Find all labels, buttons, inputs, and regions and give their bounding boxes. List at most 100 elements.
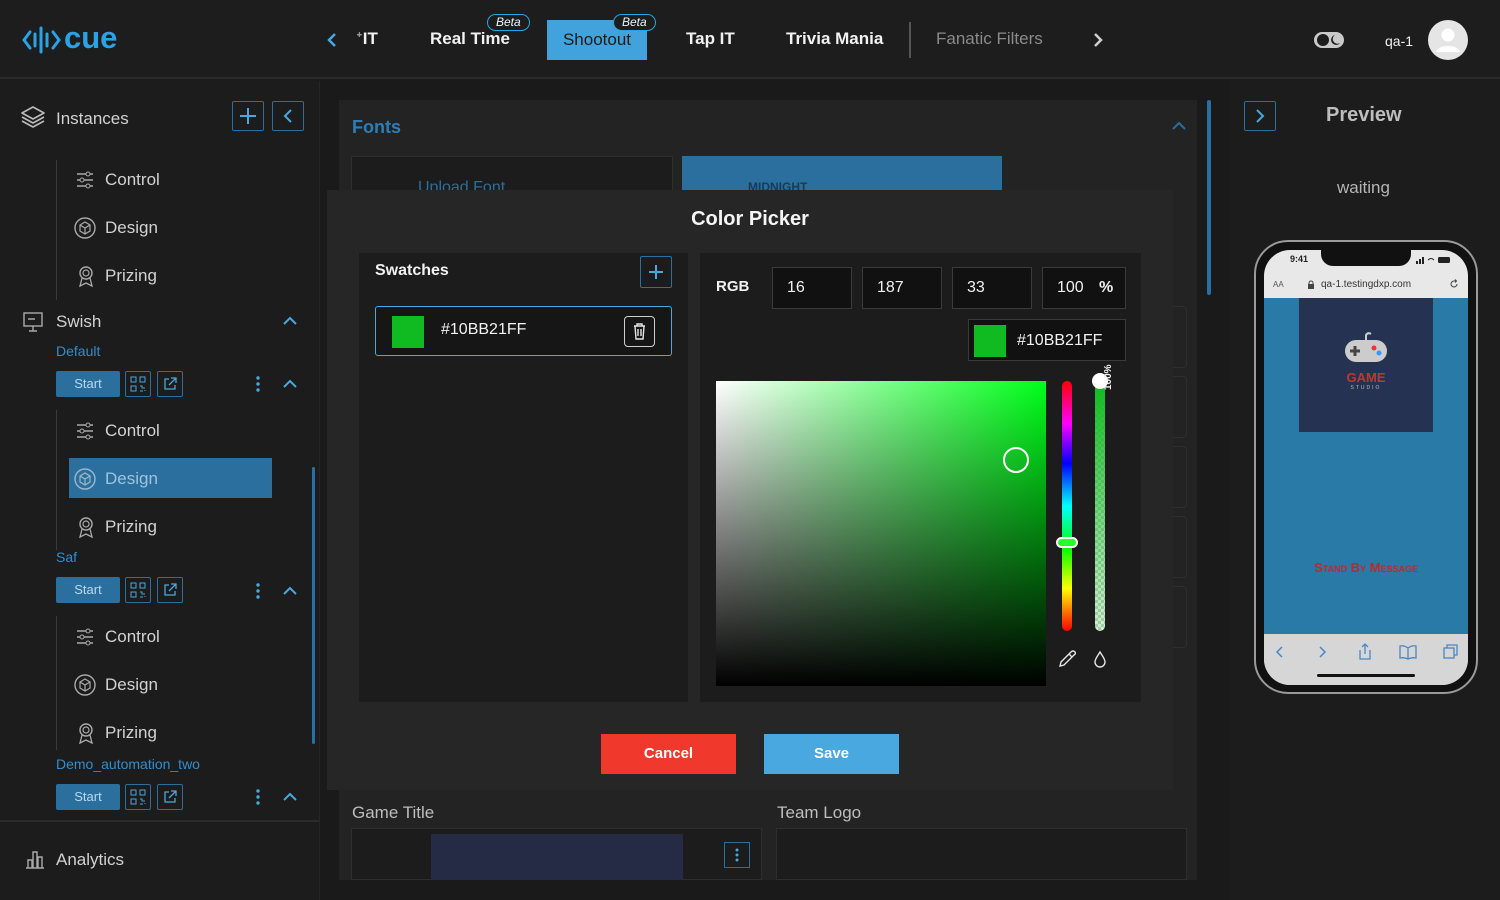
phone-time: 9:41 xyxy=(1290,254,1309,264)
sidebar-item-design[interactable]: Design xyxy=(105,469,158,489)
fonts-title[interactable]: Fonts xyxy=(352,117,401,138)
opacity-drop-icon[interactable] xyxy=(1092,649,1108,669)
saturation-handle[interactable] xyxy=(1003,447,1029,473)
sidebar-item-design[interactable]: Design xyxy=(105,218,158,238)
more-vertical-icon[interactable] xyxy=(252,374,264,394)
tab-label: Real Time xyxy=(430,29,511,48)
section-card xyxy=(1173,376,1187,438)
beta-badge: Beta xyxy=(613,14,656,31)
game-title-label: Game Title xyxy=(352,803,435,822)
instance-default[interactable]: Default xyxy=(56,343,100,359)
plus-icon xyxy=(240,108,256,124)
delete-swatch-button[interactable] xyxy=(624,316,655,347)
group-swish[interactable]: Swish xyxy=(56,312,101,332)
team-logo-label: Team Logo xyxy=(777,803,862,822)
tab-fanatic-filters[interactable]: Fanatic Filters xyxy=(936,29,1043,49)
tabs-next-icon[interactable] xyxy=(1090,31,1106,49)
image-menu-button[interactable] xyxy=(724,842,750,868)
more-vertical-icon[interactable] xyxy=(252,787,264,807)
browser-toolbar-icons xyxy=(1275,643,1458,660)
chevron-up-icon[interactable] xyxy=(281,377,299,391)
sidebar-item-prizing[interactable]: Prizing xyxy=(105,517,157,537)
logo-icon[interactable] xyxy=(22,24,62,56)
gamepad-icon xyxy=(1345,332,1387,362)
open-link-button[interactable] xyxy=(157,784,183,810)
lock-icon xyxy=(1307,280,1315,290)
sidebar-item-prizing[interactable]: Prizing xyxy=(105,266,157,286)
trash-icon xyxy=(634,323,645,340)
tab-real-time[interactable]: Real Time xyxy=(430,29,510,49)
start-button[interactable]: Start xyxy=(56,784,120,810)
modal-title: Color Picker xyxy=(691,208,809,230)
red-input[interactable]: 16 xyxy=(772,267,852,309)
alpha-value: 100 xyxy=(1057,279,1084,296)
swatches-label: Swatches xyxy=(375,262,449,279)
hex-input[interactable]: #10BB21FF xyxy=(968,319,1126,361)
sidebar-item-control[interactable]: Control xyxy=(105,170,160,190)
tab-tap-it-partial[interactable]: ᐩIT xyxy=(356,29,378,49)
expand-preview-button[interactable] xyxy=(1244,101,1276,131)
alpha-input[interactable]: 100 % xyxy=(1042,267,1126,309)
tab-tap-it[interactable]: Tap IT xyxy=(686,29,735,49)
alpha-vertical-label: 100% xyxy=(1103,364,1114,390)
sidebar-item-control[interactable]: Control xyxy=(105,421,160,441)
sidebar-scrollbar[interactable] xyxy=(312,467,315,744)
user-icon xyxy=(1436,28,1460,52)
alpha-slider[interactable] xyxy=(1095,381,1105,631)
tab-divider xyxy=(909,22,911,58)
green-input[interactable]: 187 xyxy=(862,267,942,309)
chevron-up-icon[interactable] xyxy=(281,790,299,804)
swatch-item[interactable]: #10BB21FF xyxy=(375,306,672,356)
add-swatch-button[interactable] xyxy=(640,256,672,288)
chevron-up-icon[interactable] xyxy=(281,584,299,598)
sidebar-item-design[interactable]: Design xyxy=(105,675,158,695)
qr-code-button[interactable] xyxy=(125,371,151,397)
open-link-button[interactable] xyxy=(157,371,183,397)
saturation-field[interactable] xyxy=(716,381,1046,686)
phone-screen: 9:41 AA qa-1.testingdxp.com GAME STUDIO … xyxy=(1264,250,1468,685)
selected-item-highlight[interactable] xyxy=(69,458,272,498)
qr-code-button[interactable] xyxy=(125,784,151,810)
logo-text[interactable]: cue xyxy=(64,20,117,56)
tab-trivia-mania[interactable]: Trivia Mania xyxy=(786,29,883,49)
hue-slider[interactable] xyxy=(1062,381,1072,631)
tab-label: IT xyxy=(362,29,378,48)
color-mode-label[interactable]: RGB xyxy=(716,278,749,295)
chevron-up-icon[interactable] xyxy=(281,314,299,328)
blue-input[interactable]: 33 xyxy=(952,267,1032,309)
team-logo-image-box[interactable] xyxy=(776,828,1187,880)
more-vertical-icon[interactable] xyxy=(252,581,264,601)
instance-saf[interactable]: Saf xyxy=(56,549,77,565)
user-name[interactable]: qa-1 xyxy=(1385,33,1413,49)
sidebar-item-control[interactable]: Control xyxy=(105,627,160,647)
stand-by-message: Stand By Message xyxy=(1314,560,1418,575)
instance-demo-automation-two[interactable]: Demo_automation_two xyxy=(56,756,200,772)
game-title-image-box[interactable] xyxy=(351,828,762,881)
open-link-button[interactable] xyxy=(157,577,183,603)
start-button[interactable]: Start xyxy=(56,577,120,603)
start-button[interactable]: Start xyxy=(56,371,120,397)
tree-line xyxy=(56,616,57,750)
plus-icon xyxy=(649,265,663,279)
theme-toggle-icon[interactable] xyxy=(1313,30,1345,50)
phone-url: qa-1.testingdxp.com xyxy=(1321,279,1412,290)
phone-notch xyxy=(1321,250,1411,266)
hue-handle[interactable] xyxy=(1056,537,1078,548)
save-button[interactable]: Save xyxy=(764,734,899,774)
main-scrollbar[interactable] xyxy=(1207,100,1211,295)
eyedropper-icon[interactable] xyxy=(1057,649,1077,669)
signal-icon xyxy=(1416,256,1452,264)
instances-label: Instances xyxy=(56,109,129,128)
cancel-button[interactable]: Cancel xyxy=(601,734,736,774)
qr-code-button[interactable] xyxy=(125,577,151,603)
award-icon xyxy=(75,515,97,539)
hex-value: #10BB21FF xyxy=(1017,332,1103,349)
chevron-up-icon[interactable] xyxy=(1170,119,1188,133)
sidebar-item-prizing[interactable]: Prizing xyxy=(105,723,157,743)
avatar[interactable] xyxy=(1428,20,1468,60)
sidebar-item-analytics[interactable]: Analytics xyxy=(56,850,124,870)
tabs-prev-icon[interactable] xyxy=(324,31,340,49)
collapse-sidebar-button[interactable] xyxy=(272,101,304,131)
add-instance-button[interactable] xyxy=(232,101,264,131)
qr-code-icon xyxy=(130,789,146,805)
